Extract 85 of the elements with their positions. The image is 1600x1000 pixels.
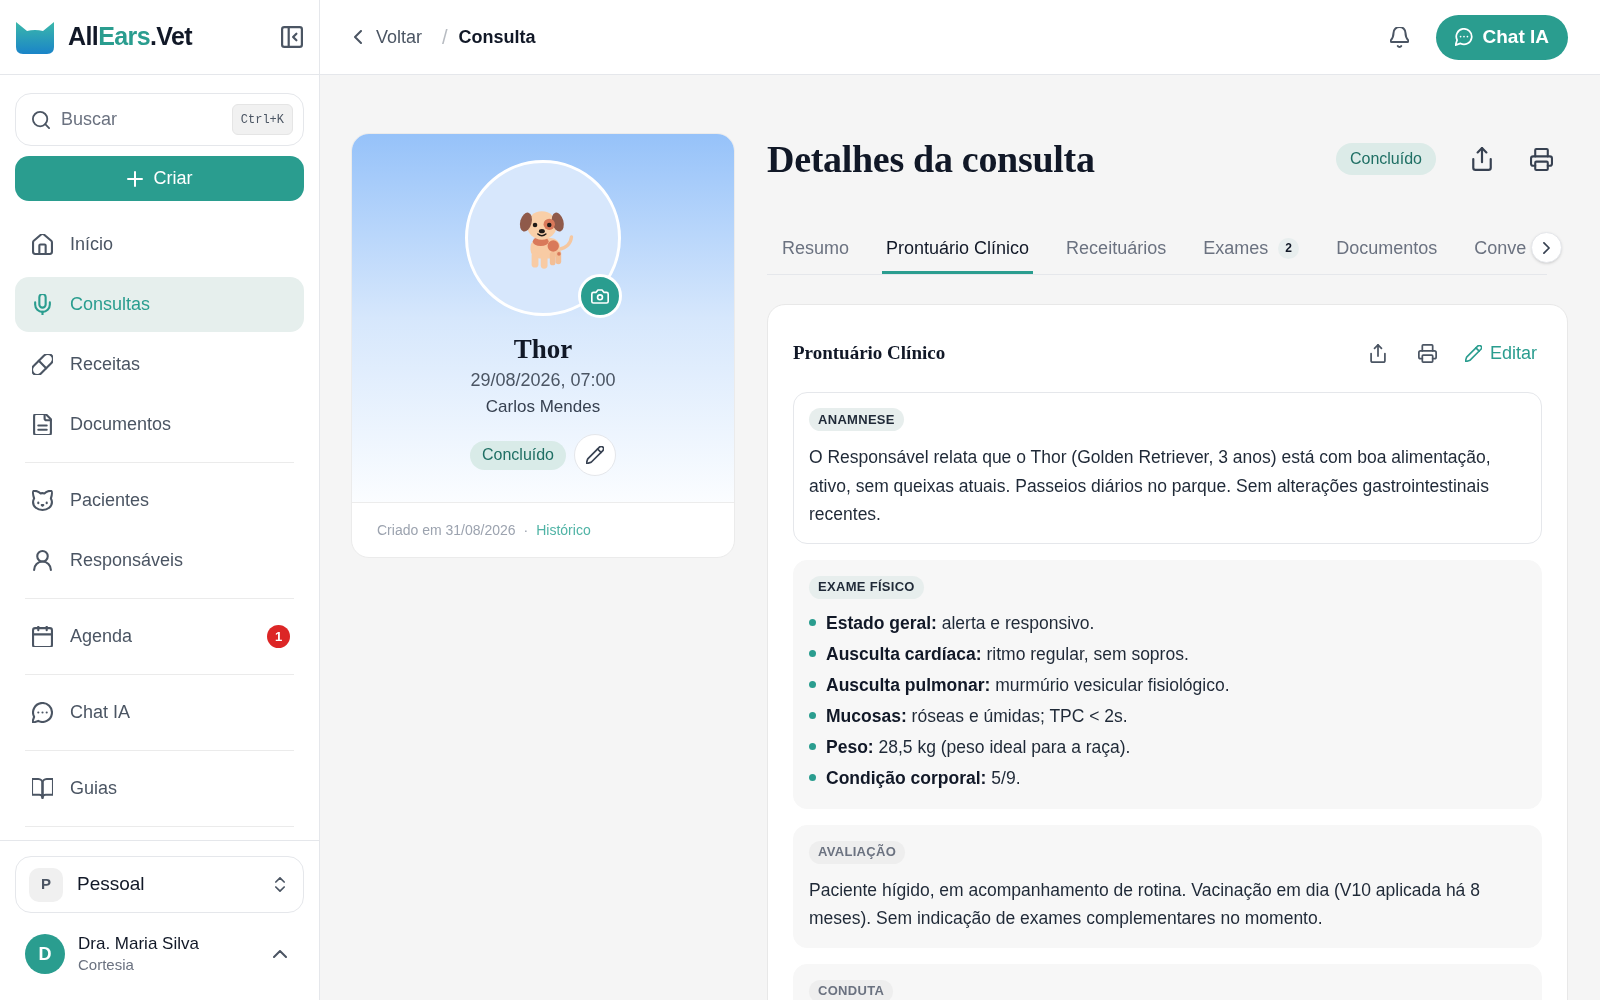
nav-item[interactable]: Receitas [15, 337, 304, 392]
section-label: AVALIAÇÃO [809, 840, 906, 864]
nav-item[interactable]: Início [15, 217, 304, 272]
page-title: Detalhes da consulta [767, 136, 1095, 182]
workspace-avatar: P [29, 867, 63, 902]
tab[interactable]: Prontuário Clínico [882, 222, 1034, 274]
created-date: Criado em 31/08/2026 [377, 520, 516, 540]
section-text: O Responsável relata que o Thor (Golden Retriever, 3 anos) está com boa alimentação, ativo, sem queixas atuais. Passeios diários no parque. Sem alterações gastrointestinais recentes. [809, 446, 1492, 526]
search-field[interactable]: Buscar Ctrl+K [15, 93, 304, 146]
chat-bubble-icon [32, 702, 53, 723]
edit-button[interactable] [574, 434, 616, 476]
notifications-button[interactable] [1387, 24, 1411, 50]
tab[interactable]: Conve [1470, 222, 1531, 274]
home-icon [32, 234, 53, 255]
nav-item[interactable]: Agenda 1 [15, 609, 304, 664]
chevron-right-icon [1543, 241, 1550, 254]
user-plan: Cortesia [78, 955, 135, 975]
chevron-up-icon [273, 950, 287, 958]
breadcrumb-current: Consulta [458, 25, 536, 49]
panel-left-icon [281, 26, 303, 48]
chevron-left-icon [354, 30, 362, 44]
microphone-icon [32, 294, 53, 315]
printer-icon [1530, 147, 1553, 171]
search-input[interactable]: Buscar [61, 106, 232, 133]
camera-icon [591, 288, 609, 304]
section-label: CONDUTA [809, 979, 894, 1000]
nav-item[interactable]: Pacientes [15, 473, 304, 528]
separator-dot: · [523, 520, 529, 540]
section-label: EXAME FÍSICO [809, 575, 924, 599]
list-item-text: Condição corporal: 5/9. [826, 766, 1021, 790]
share-button[interactable] [1367, 341, 1388, 365]
section-text: Paciente hígido, em acompanhamento de rotina. Vacinação em dia (V10 aplicada há 8 meses). Sem indicação de exames complementares no momento. [809, 878, 1481, 930]
count-badge: 2 [1278, 237, 1300, 259]
scroll-tabs-button[interactable] [1531, 232, 1562, 263]
book-icon [32, 778, 53, 799]
printer-icon [1417, 343, 1437, 363]
calendar-icon [32, 626, 53, 647]
pill-icon [32, 354, 53, 375]
person-icon [32, 550, 53, 571]
change-photo-button[interactable] [578, 274, 622, 318]
list-item-text: Estado geral: alerta e responsivo. [826, 611, 1095, 635]
user-name: Dra. Maria Silva [78, 933, 199, 954]
notification-badge: 1 [267, 625, 290, 648]
breadcrumb-separator: / [442, 25, 448, 50]
chevrons-up-down-icon [275, 877, 285, 892]
pet-name: Thor [513, 333, 573, 365]
nav-item[interactable]: Documentos [15, 397, 304, 452]
nav-item[interactable]: Responsáveis [15, 533, 304, 588]
list-item-text: Mucosas: róseas e úmidas; TPC < 2s. [826, 704, 1128, 728]
tab[interactable]: Exames 2 [1199, 222, 1304, 274]
list-item-text: Ausculta cardíaca: ritmo regular, sem sopros. [826, 642, 1189, 666]
plus-icon [126, 170, 143, 187]
cat-logo-icon [15, 20, 55, 54]
owner-name: Carlos Mendes [485, 396, 601, 418]
appointment-datetime: 29/08/2026, 07:00 [470, 369, 616, 392]
tab[interactable]: Documentos [1332, 222, 1442, 274]
workspace-selector[interactable]: P Pessoal [15, 856, 304, 913]
bell-icon [1389, 26, 1409, 48]
account-menu-button[interactable] [270, 947, 290, 961]
collapse-sidebar-button[interactable] [279, 24, 305, 50]
print-button[interactable] [1528, 145, 1555, 173]
pencil-icon [1464, 344, 1482, 362]
section-title: Prontuário Clínico [793, 340, 946, 365]
keyboard-shortcut: Ctrl+K [231, 104, 293, 135]
share-icon [1472, 147, 1492, 171]
list-item-text: Peso: 28,5 kg (peso ideal para a raça). [826, 735, 1131, 759]
status-badge: Concluído [1335, 143, 1436, 175]
section-label: ANAMNESE [809, 408, 904, 431]
brand-name: AllEars.Vet [68, 21, 193, 53]
tab[interactable]: Receituários [1062, 222, 1171, 274]
cat-face-icon [32, 490, 53, 511]
list-item-text: Ausculta pulmonar: murmúrio vesicular fisiológico. [826, 673, 1230, 697]
pencil-icon [586, 446, 604, 464]
document-icon [32, 414, 53, 435]
print-button[interactable] [1415, 341, 1439, 365]
nav-item[interactable]: Chat IA [15, 685, 304, 740]
search-icon [32, 110, 50, 129]
status-badge: Concluído [469, 440, 566, 470]
tab[interactable]: Resumo [778, 222, 854, 274]
nav-item[interactable]: Guias [15, 761, 304, 816]
user-avatar: D [25, 934, 65, 974]
back-link[interactable]: Voltar [354, 23, 423, 51]
chat-bubble-icon [1454, 28, 1473, 46]
share-icon [1369, 343, 1386, 363]
share-button[interactable] [1470, 145, 1494, 173]
